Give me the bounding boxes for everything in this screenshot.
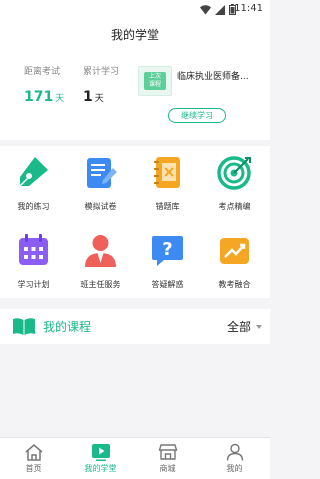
wrong-book-icon	[154, 157, 180, 188]
feature-mock-exam[interactable]: 模拟试卷	[67, 146, 134, 218]
user-icon	[226, 443, 244, 461]
question-icon: ?	[152, 236, 183, 266]
stats-panel: 距离考试 171 天 累计学习 1天	[0, 50, 270, 140]
feature-teacher-service[interactable]: 班主任服务	[67, 224, 134, 296]
feature-label: 我的练习	[17, 202, 50, 211]
status-bar: 11:41	[0, 0, 270, 20]
store-icon	[158, 444, 178, 460]
feature-label: 错题库	[155, 202, 180, 211]
paper-icon	[87, 158, 117, 188]
last-course-tag-line2: 课程	[148, 81, 161, 88]
tab-label: 首页	[25, 464, 42, 473]
tab-home[interactable]: 首页	[0, 438, 67, 479]
feature-grid: 我的练习 模拟试卷 错题库 考点精编 学习计划 班主任服务 ? 答疑解惑 教考融…	[0, 146, 270, 298]
bottom-tab-bar: 首页 我的学堂 商城 我的	[0, 437, 270, 479]
exam-countdown-value: 171	[24, 89, 54, 105]
chevron-down-icon	[256, 324, 262, 329]
page-title: 我的学堂	[110, 28, 159, 42]
feature-label: 答疑解惑	[151, 280, 184, 289]
tab-store[interactable]: 商城	[134, 438, 201, 479]
feature-label: 教考融合	[218, 280, 251, 289]
feature-my-practice[interactable]: 我的练习	[0, 146, 67, 218]
feature-label: 模拟试卷	[84, 202, 117, 211]
feature-qa[interactable]: ? 答疑解惑	[134, 224, 201, 296]
study-days-label: 累计学习	[83, 67, 120, 77]
tab-label: 商城	[159, 464, 176, 473]
feature-label: 考点精编	[218, 202, 251, 211]
signal-icon	[215, 4, 225, 15]
continue-study-button[interactable]: 继续学习	[168, 108, 226, 123]
wifi-icon	[200, 4, 211, 14]
study-days: 累计学习 1天	[83, 64, 119, 105]
svg-text:?: ?	[162, 239, 172, 260]
exam-countdown: 距离考试 171 天	[24, 64, 64, 105]
title-bar: 我的学堂	[0, 20, 270, 50]
feature-wrong-questions[interactable]: 错题库	[134, 146, 201, 218]
last-course-tag: 上次 课程	[144, 72, 166, 90]
home-icon	[25, 444, 43, 461]
my-courses-title: 我的课程	[43, 320, 92, 334]
target-icon	[217, 156, 251, 190]
feature-label: 班主任服务	[80, 280, 121, 289]
status-time: 11:41	[234, 3, 263, 14]
study-days-value: 1	[83, 89, 93, 105]
tab-my-study[interactable]: 我的学堂	[67, 438, 134, 479]
feature-key-points[interactable]: 考点精编	[201, 146, 268, 218]
teacher-icon	[85, 235, 116, 267]
feature-teach-exam[interactable]: 教考融合	[201, 224, 268, 296]
feature-study-plan[interactable]: 学习计划	[0, 224, 67, 296]
tab-label: 我的学堂	[84, 464, 117, 473]
chart-icon	[220, 238, 249, 264]
my-courses-header: 我的课程 全部	[0, 309, 270, 344]
exam-countdown-unit: 天	[55, 94, 65, 104]
calendar-icon	[19, 234, 48, 265]
study-days-unit: 天	[94, 94, 104, 104]
last-course-thumbnail[interactable]: 上次 课程	[138, 66, 172, 96]
tab-me[interactable]: 我的	[201, 438, 268, 479]
course-filter-dropdown[interactable]: 全部	[227, 318, 262, 335]
last-course-name[interactable]: 临床执业医师备...	[177, 69, 263, 82]
feature-label: 学习计划	[17, 280, 50, 289]
pen-icon	[19, 157, 48, 187]
last-course-tag-line1: 上次	[148, 73, 161, 80]
course-filter-value: 全部	[226, 320, 251, 334]
tab-label: 我的	[226, 464, 243, 473]
exam-countdown-label: 距离考试	[24, 67, 61, 77]
book-icon	[13, 318, 35, 335]
play-icon	[92, 444, 110, 461]
